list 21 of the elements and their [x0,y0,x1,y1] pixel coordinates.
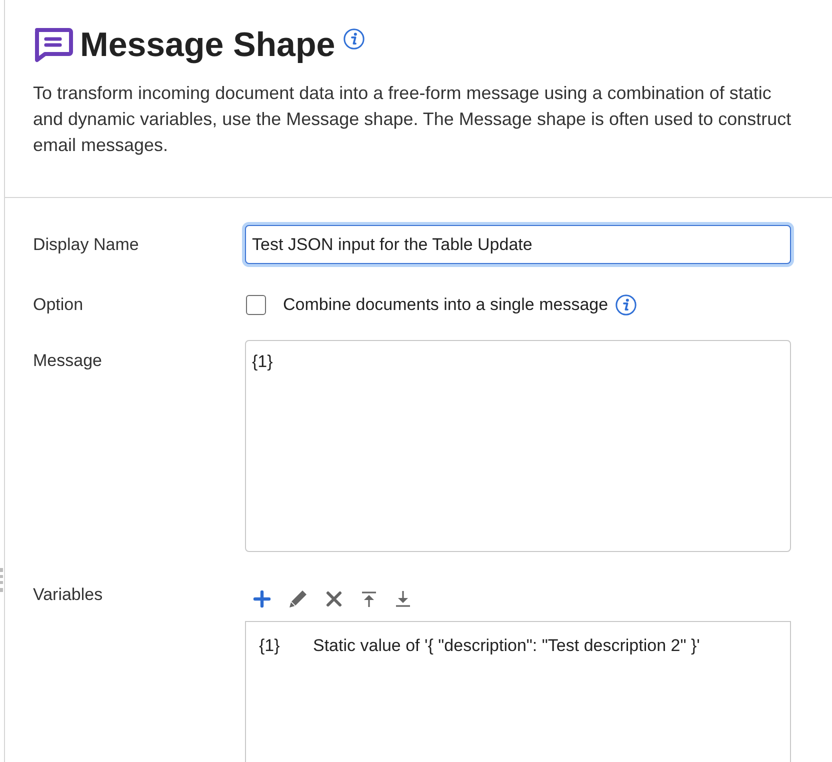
info-icon[interactable] [615,294,638,316]
field-label: Option [33,294,84,316]
message-field[interactable]: {1} [245,340,791,552]
pencil-icon[interactable] [288,589,308,609]
field-label: Display Name [33,234,140,256]
field-label: Variables [33,584,104,606]
info-icon[interactable] [343,28,366,50]
arrow-to-top-icon[interactable] [360,590,378,608]
plus-icon[interactable] [252,589,272,609]
variable-key: {1} [259,634,313,658]
arrow-to-bottom-icon[interactable] [394,590,412,608]
variable-value: Static value of '{ "description": "Test description 2" }' [313,635,700,657]
field-label: Message [33,350,103,372]
page-title: Message Shape [80,25,336,65]
text-field[interactable]: Test JSON input for the Table Update [245,225,791,264]
resize-grip-icon[interactable] [0,568,3,592]
checkbox-label[interactable]: Combine documents into a single message [283,293,608,317]
close-icon[interactable] [324,589,344,609]
checkbox[interactable] [246,295,266,315]
description-text: To transform incoming document data into a free-form message using a combination of static and dynamic variables, use the Message shape. The Message shape is often used to construct email messages. [33,82,792,157]
speech-bubble-icon [33,27,73,63]
